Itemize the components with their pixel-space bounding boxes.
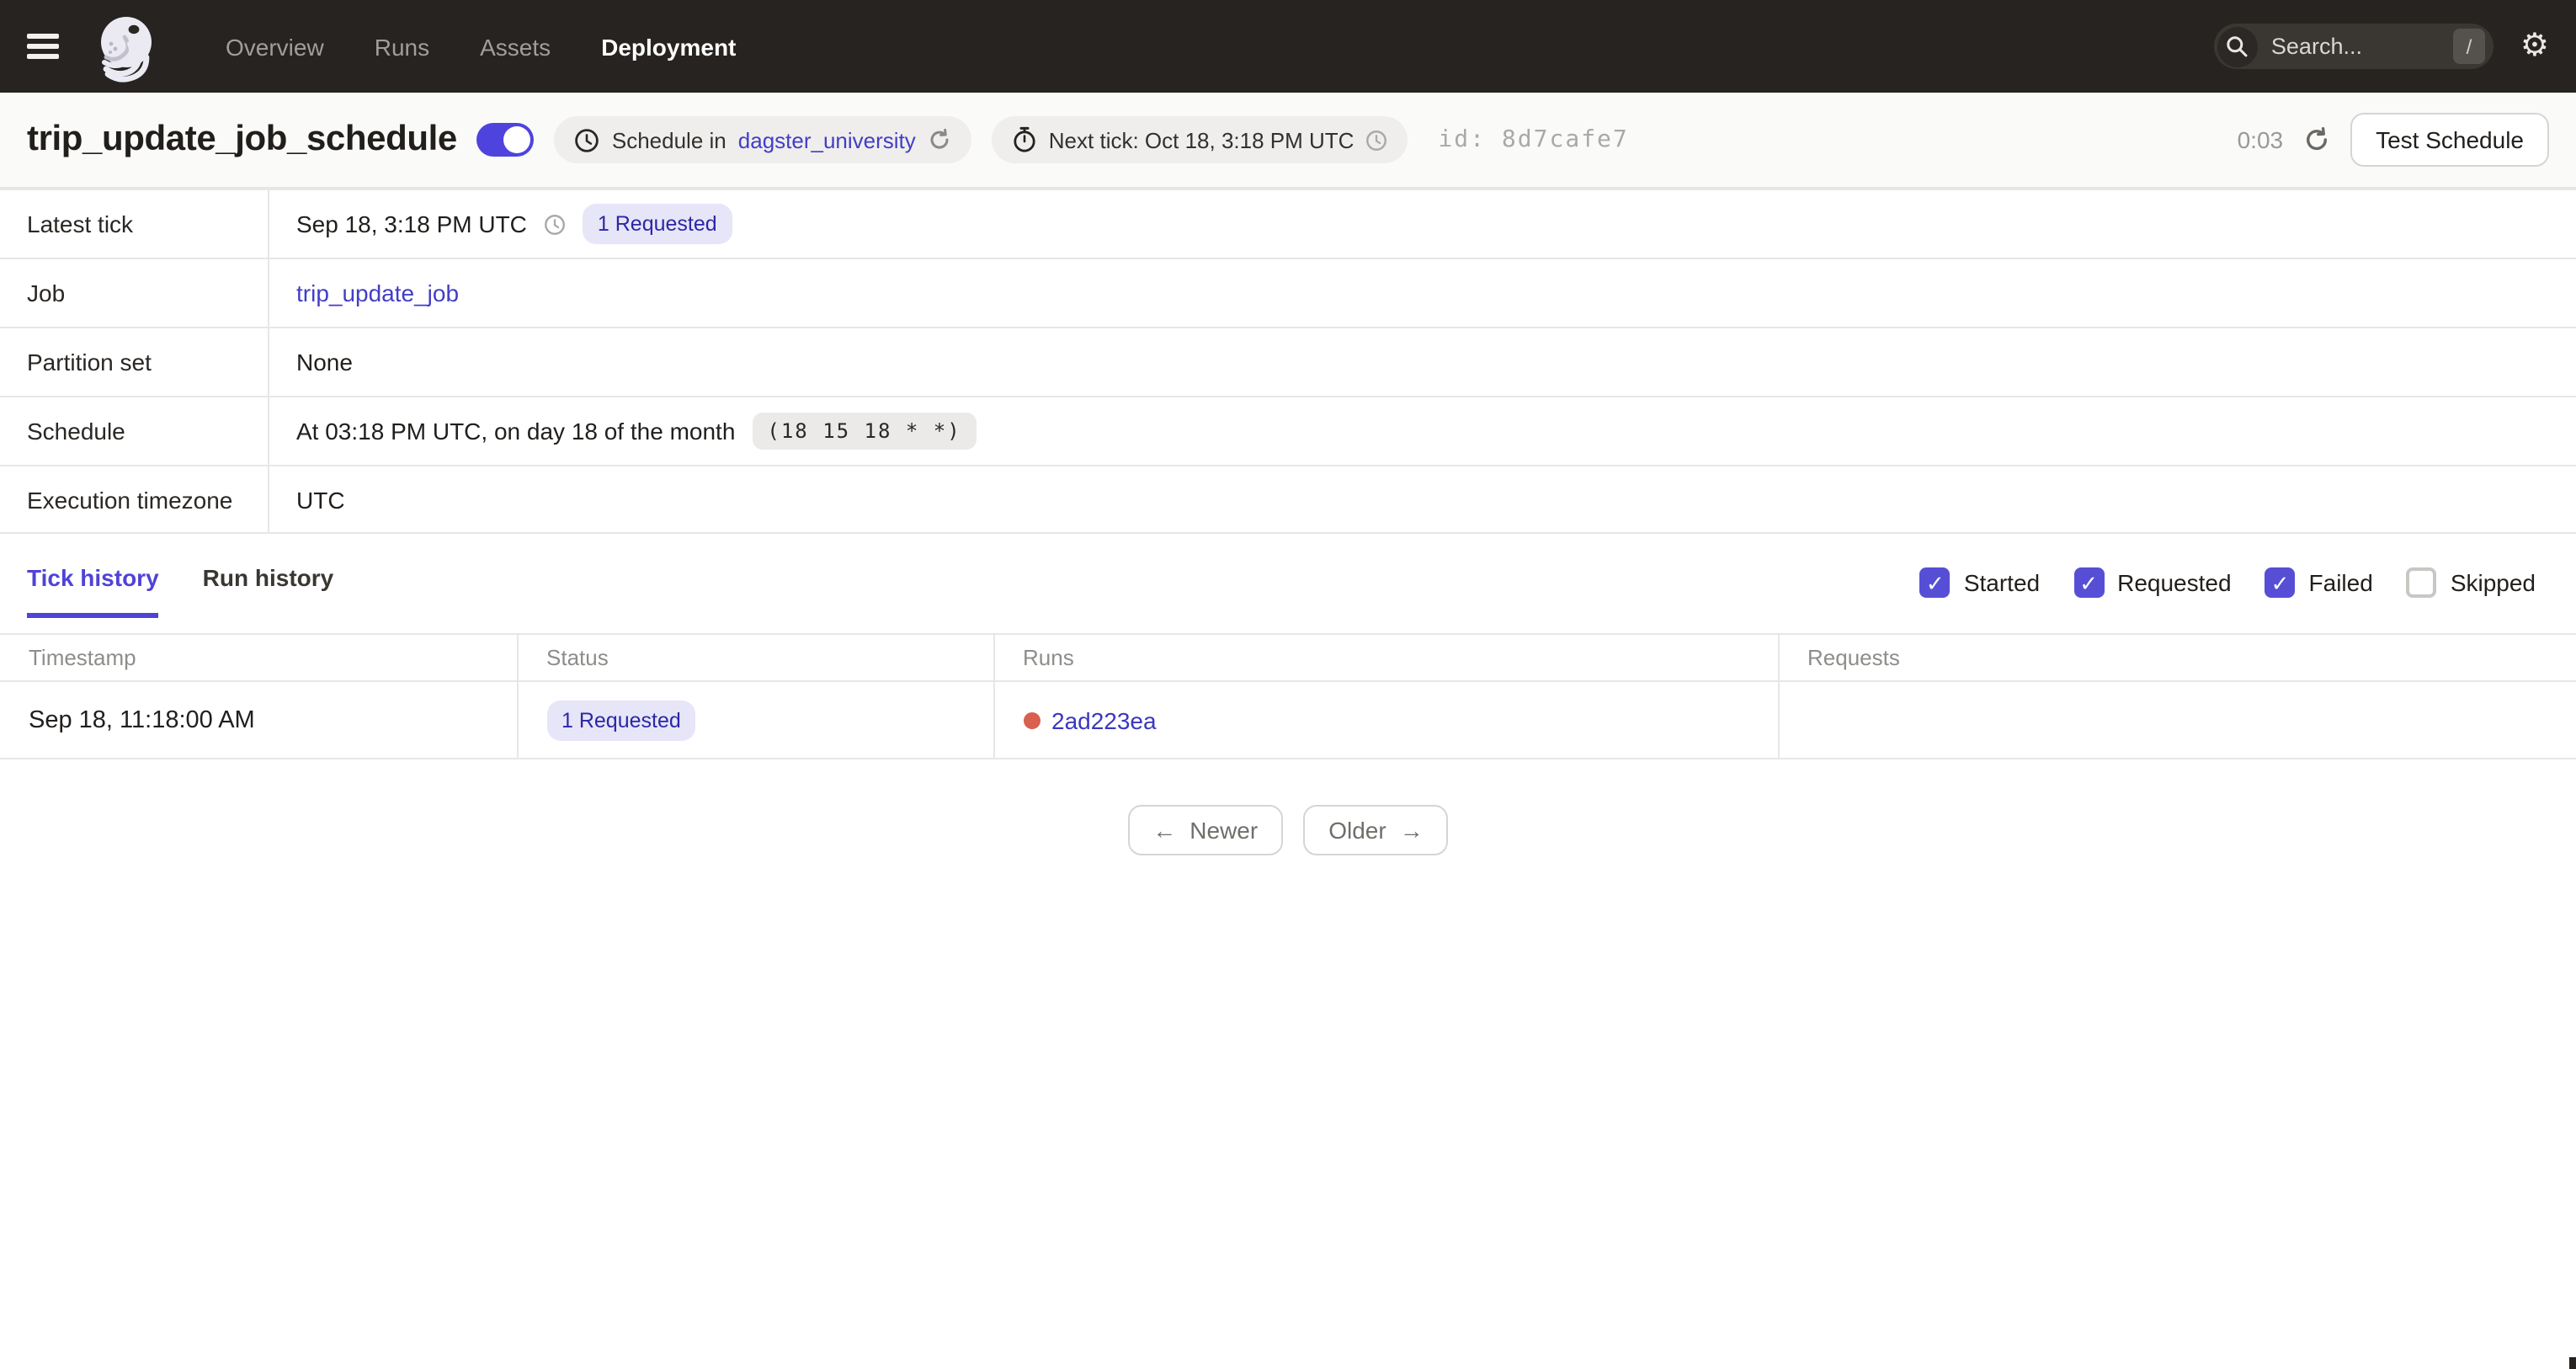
tab-tick-history[interactable]: Tick history bbox=[27, 564, 159, 618]
run-id-link[interactable]: 2ad223ea bbox=[1051, 706, 1157, 733]
newer-button[interactable]: ← Newer bbox=[1127, 805, 1284, 855]
schedule-location-prefix: Schedule in bbox=[611, 127, 726, 152]
filter-failed[interactable]: ✓ Failed bbox=[2265, 567, 2373, 598]
column-header-runs: Runs bbox=[993, 633, 1778, 682]
reload-repo-icon[interactable] bbox=[928, 128, 951, 152]
detail-label: Latest tick bbox=[0, 190, 269, 258]
cron-expression-chip: (18 15 18 * *) bbox=[752, 413, 977, 450]
latest-tick-timestamp: Sep 18, 3:18 PM UTC bbox=[296, 210, 527, 237]
search-placeholder: Search... bbox=[2270, 34, 2362, 59]
corner-artifact bbox=[2569, 1357, 2576, 1369]
table-header-row: Timestamp Status Runs Requests bbox=[0, 633, 2576, 682]
timezone-value: UTC bbox=[296, 486, 345, 513]
tick-status-cell: 1 Requested bbox=[516, 681, 993, 759]
detail-label: Schedule bbox=[0, 397, 269, 465]
nav-link-deployment[interactable]: Deployment bbox=[601, 33, 736, 60]
schedule-details: Latest tick Sep 18, 3:18 PM UTC 1 Reques… bbox=[0, 189, 2576, 534]
refresh-icon[interactable] bbox=[2303, 126, 2330, 153]
older-button[interactable]: Older → bbox=[1303, 805, 1449, 855]
detail-row-execution-timezone: Execution timezone UTC bbox=[0, 465, 2576, 534]
job-link[interactable]: trip_update_job bbox=[296, 280, 459, 306]
pagination: ← Newer Older → bbox=[0, 805, 2576, 855]
settings-gear-icon[interactable]: ⚙ bbox=[2520, 30, 2549, 62]
refresh-countdown: 0:03 bbox=[2237, 126, 2284, 153]
nav-link-runs[interactable]: Runs bbox=[375, 33, 429, 60]
schedule-header: trip_update_job_schedule Schedule in dag… bbox=[0, 93, 2576, 189]
tick-requests-cell bbox=[1777, 681, 2576, 759]
nav-link-overview[interactable]: Overview bbox=[226, 33, 324, 60]
clock-icon bbox=[575, 127, 600, 152]
stopwatch-icon bbox=[1012, 126, 1037, 153]
test-schedule-button[interactable]: Test Schedule bbox=[2350, 113, 2549, 167]
column-header-timestamp: Timestamp bbox=[0, 633, 517, 682]
filter-requested[interactable]: ✓ Requested bbox=[2073, 567, 2232, 598]
checkbox-icon: ✓ bbox=[2406, 567, 2437, 598]
schedule-description: At 03:18 PM UTC, on day 18 of the month bbox=[296, 418, 736, 445]
next-tick-pill: Next tick: Oct 18, 3:18 PM UTC bbox=[991, 116, 1408, 163]
checkbox-icon: ✓ bbox=[2073, 567, 2105, 598]
table-row: Sep 18, 11:18:00 AM 1 Requested 2ad223ea bbox=[0, 681, 2576, 759]
schedule-enabled-toggle[interactable] bbox=[476, 123, 535, 157]
requested-count-badge[interactable]: 1 Requested bbox=[582, 204, 732, 244]
run-failed-status-dot bbox=[1023, 711, 1040, 728]
detail-label: Partition set bbox=[0, 328, 269, 396]
filter-skipped[interactable]: ✓ Skipped bbox=[2406, 567, 2536, 598]
detail-row-schedule: Schedule At 03:18 PM UTC, on day 18 of t… bbox=[0, 396, 2576, 465]
search-input[interactable]: Search... / bbox=[2213, 24, 2494, 69]
schedule-id: id: 8d7cafe7 bbox=[1438, 126, 1629, 153]
search-icon bbox=[2217, 26, 2258, 67]
tick-history-table: Timestamp Status Runs Requests Sep 18, 1… bbox=[0, 633, 2576, 759]
menu-icon[interactable] bbox=[27, 29, 67, 63]
schedule-location-pill: Schedule in dagster_university bbox=[554, 116, 971, 163]
requested-count-badge[interactable]: 1 Requested bbox=[546, 700, 696, 740]
checkbox-icon: ✓ bbox=[1919, 567, 1951, 598]
nav-link-assets[interactable]: Assets bbox=[480, 33, 551, 60]
top-nav: Overview Runs Assets Deployment Search..… bbox=[0, 0, 2576, 93]
column-header-status: Status bbox=[516, 633, 993, 682]
primary-nav: Overview Runs Assets Deployment bbox=[226, 33, 736, 60]
history-tabs-bar: Tick history Run history ✓ Started ✓ Req… bbox=[0, 564, 2576, 618]
dagster-app: Overview Runs Assets Deployment Search..… bbox=[0, 0, 2576, 1369]
left-arrow-icon: ← bbox=[1152, 817, 1177, 844]
column-header-requests: Requests bbox=[1777, 633, 2576, 682]
repo-link[interactable]: dagster_university bbox=[738, 127, 916, 152]
detail-row-latest-tick: Latest tick Sep 18, 3:18 PM UTC 1 Reques… bbox=[0, 189, 2576, 258]
search-shortcut-badge: / bbox=[2452, 29, 2485, 64]
timezone-clock-icon[interactable] bbox=[544, 213, 566, 235]
tab-run-history[interactable]: Run history bbox=[203, 564, 334, 618]
next-tick-text: Next tick: Oct 18, 3:18 PM UTC bbox=[1048, 127, 1355, 152]
detail-label: Job bbox=[0, 259, 269, 327]
dagster-logo-icon[interactable] bbox=[91, 9, 165, 83]
page-title: trip_update_job_schedule bbox=[27, 120, 457, 158]
right-arrow-icon: → bbox=[1399, 817, 1424, 844]
timezone-clock-icon[interactable] bbox=[1365, 129, 1387, 151]
detail-row-job: Job trip_update_job bbox=[0, 258, 2576, 327]
checkbox-icon: ✓ bbox=[2265, 567, 2296, 598]
partition-set-value: None bbox=[296, 349, 353, 376]
status-filters: ✓ Started ✓ Requested ✓ Failed ✓ Skipped bbox=[1919, 567, 2536, 618]
tick-runs-cell: 2ad223ea bbox=[993, 681, 1778, 759]
filter-started[interactable]: ✓ Started bbox=[1919, 567, 2040, 598]
detail-label: Execution timezone bbox=[0, 466, 269, 532]
tick-timestamp-cell: Sep 18, 11:18:00 AM bbox=[0, 681, 517, 759]
detail-row-partition-set: Partition set None bbox=[0, 327, 2576, 396]
